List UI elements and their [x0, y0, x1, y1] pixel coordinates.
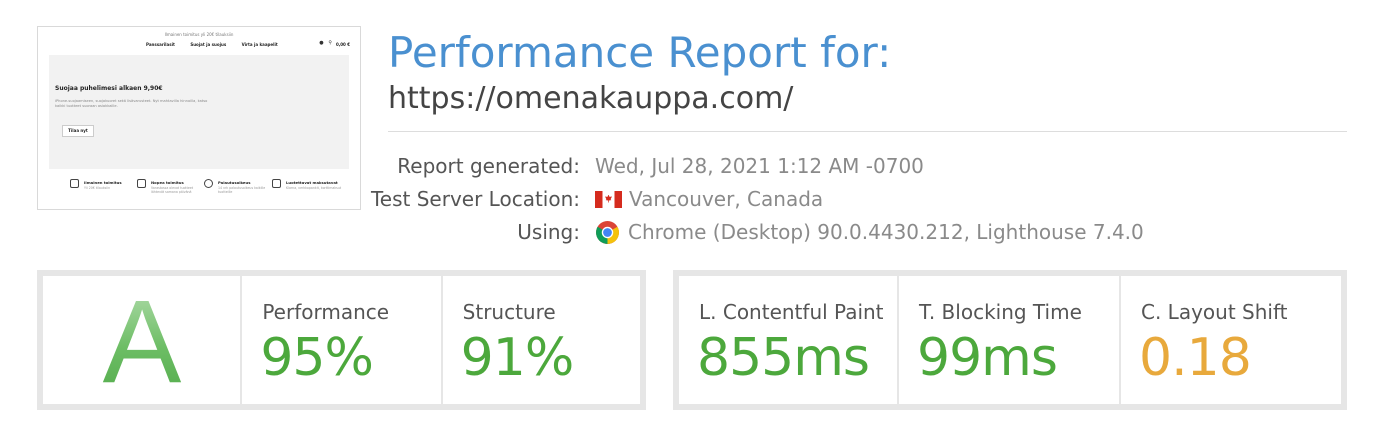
thumb-feature: Nopea toimitus Varastossa olevat tuottee…: [137, 179, 201, 194]
card-icon: [272, 179, 281, 188]
tbt-cell: T. Blocking Time 99ms: [899, 276, 1119, 404]
thumb-feature-sub: Klarna, verkkopankit, korttimaksut: [286, 186, 342, 190]
thumb-user-search-icons: ● ⚲: [319, 40, 332, 46]
thumb-feature: Ilmainen toimitus Yli 20€ tilauksiin: [70, 179, 124, 190]
thumb-feature-title: Palautusoikeus: [218, 180, 251, 185]
overall-grade: A: [43, 276, 240, 404]
grade-letter: A: [102, 292, 181, 388]
thumb-feature: Palautusoikeus 14 vrk palautusoikeus kai…: [204, 179, 268, 194]
lcp-cell: L. Contentful Paint 855ms: [679, 276, 897, 404]
thumb-hero: [49, 55, 349, 169]
meta-value: Vancouver, Canada: [595, 184, 823, 214]
truck-icon: [70, 179, 79, 188]
thumb-feature: Luotettavat maksutavat Klarna, verkkopan…: [272, 179, 342, 190]
thumb-shipping-note: Ilmainen toimitus yli 20€ tilauksiin: [164, 32, 234, 37]
browser-version-value: Chrome (Desktop) 90.0.4430.212, Lighthou…: [628, 220, 1144, 244]
thumb-nav: Panssarilasit Suojat ja suojus Virta ja …: [146, 42, 292, 47]
performance-value: 95%: [260, 328, 374, 388]
chrome-icon: [596, 220, 619, 244]
site-screenshot-thumbnail[interactable]: Ilmainen toimitus yli 20€ tilauksiin Pan…: [37, 26, 361, 210]
tbt-value: 99ms: [917, 328, 1058, 388]
box-icon: [137, 179, 146, 188]
thumb-feature-title: Ilmainen toimitus: [84, 180, 122, 185]
thumb-hero-heading: Suojaa puhelimesi alkaen 9,90€: [55, 85, 163, 92]
meta-using: Using: Chrome (Desktop) 90.0.4430.212, L…: [388, 217, 1348, 247]
lcp-value: 855ms: [697, 328, 870, 388]
overall-grade-cell: A: [43, 276, 241, 404]
meta-label: Report generated:: [397, 154, 580, 178]
thumb-feature-title: Nopea toimitus: [151, 180, 184, 185]
report-title: Performance Report for:: [388, 28, 892, 77]
meta-value: Chrome (Desktop) 90.0.4430.212, Lighthou…: [595, 217, 1144, 247]
thumb-nav-item: Panssarilasit: [146, 42, 175, 47]
performance-label: Performance: [262, 300, 390, 324]
refresh-icon: [204, 179, 213, 188]
thumb-nav-item: Virta ja kaapelit: [241, 42, 278, 47]
cls-value: 0.18: [1139, 328, 1252, 388]
thumb-hero-button: Tilaa nyt: [62, 125, 94, 137]
grade-letter-graphic: A: [102, 292, 181, 388]
structure-label: Structure: [462, 300, 556, 324]
cls-label: C. Layout Shift: [1141, 300, 1288, 324]
server-location-value: Vancouver, Canada: [629, 187, 824, 211]
lcp-label: L. Contentful Paint: [699, 300, 884, 324]
thumb-feature-sub: Yli 20€ tilauksiin: [84, 186, 111, 190]
header-divider: [388, 131, 1347, 132]
structure-value: 91%: [460, 328, 575, 388]
thumb-feature-sub: Varastossa olevat tuotteet lähtevät sama…: [151, 186, 194, 194]
thumb-cart-total: 0,00 €: [335, 42, 350, 47]
thumb-hero-text: iPhone-suojaamiseen, suojakuoret sekä li…: [55, 99, 208, 108]
report-url-link[interactable]: https://omenakauppa.com/: [388, 80, 793, 118]
meta-label: Test Server Location:: [370, 187, 580, 211]
structure-score-cell: Structure 91%: [442, 276, 640, 404]
meta-label: Using:: [517, 220, 580, 244]
canada-flag-icon: [595, 190, 622, 208]
meta-report-generated: Report generated: Wed, Jul 28, 2021 1:12…: [388, 151, 1348, 181]
thumb-nav-item: Suojat ja suojus: [190, 42, 227, 47]
meta-server-location: Test Server Location: Vancouver, Canada: [371, 184, 1348, 214]
thumb-feature-sub: 14 vrk palautusoikeus kaikille tuotteill…: [218, 186, 266, 194]
tbt-label: T. Blocking Time: [919, 300, 1082, 324]
thumb-feature-title: Luotettavat maksutavat: [286, 180, 338, 185]
cls-cell: C. Layout Shift 0.18: [1121, 276, 1341, 404]
meta-value: Wed, Jul 28, 2021 1:12 AM -0700: [595, 151, 924, 181]
gtmetrix-grade-panel: A Performance 95% Structure 91%: [37, 270, 646, 410]
web-vitals-panel: L. Contentful Paint 855ms T. Blocking Ti…: [673, 270, 1347, 410]
performance-score-cell: Performance 95%: [242, 276, 441, 404]
report-generated-value: Wed, Jul 28, 2021 1:12 AM -0700: [595, 154, 924, 178]
